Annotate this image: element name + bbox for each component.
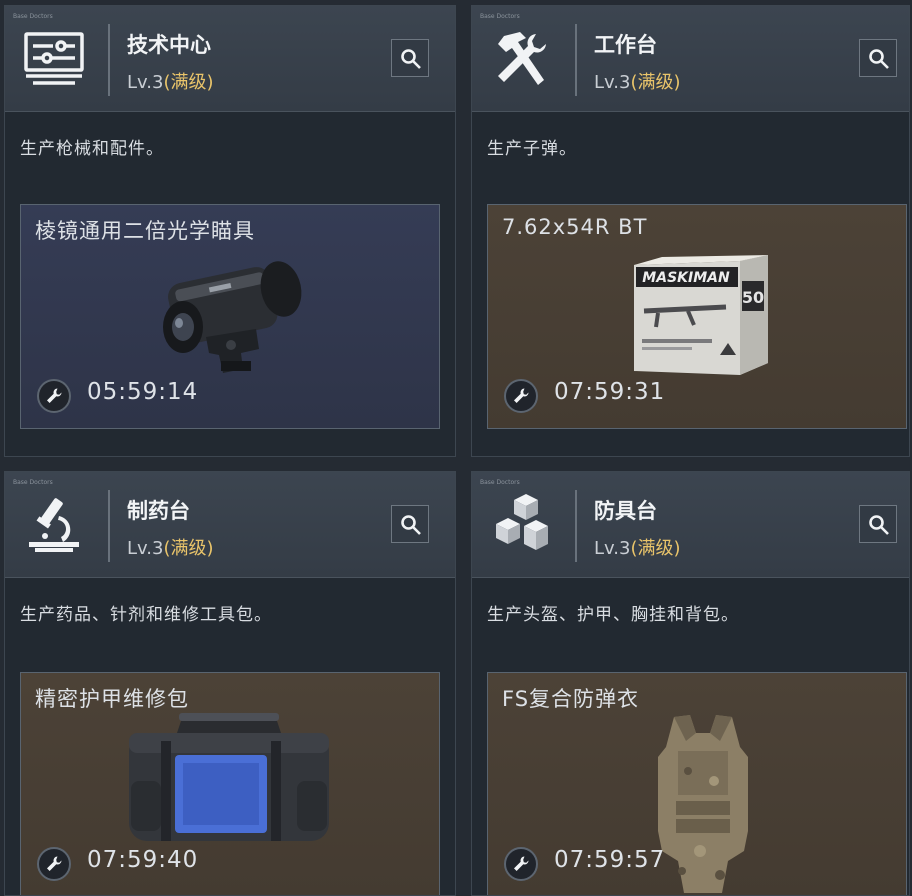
- station-title: 制药台: [127, 499, 190, 523]
- header-divider: [575, 490, 577, 562]
- hammer-wrench-icon: [490, 28, 552, 90]
- wrench-icon: [504, 379, 538, 413]
- search-button[interactable]: [391, 39, 429, 77]
- search-icon: [869, 49, 889, 69]
- header-divider: [108, 24, 110, 96]
- header-divider: [108, 490, 110, 562]
- craft-item-name: 棱镜通用二倍光学瞄具: [35, 219, 255, 243]
- craft-timer: 07:59:31: [554, 379, 666, 405]
- header-watermark: Base Doctors: [13, 13, 53, 20]
- station-title: 防具台: [594, 499, 657, 523]
- repair-bag-image: [129, 713, 329, 841]
- microscope-icon: [23, 494, 85, 556]
- station-card-armor-bench: Base Doctors 防具台 Lv.3(满级) 生产头盔、护甲、胸挂和背包。…: [471, 471, 910, 896]
- scope-image: [163, 261, 302, 373]
- station-card-pharmacy: Base Doctors 制药台 Lv.3(满级) 生产药品、针剂和维修工具包。…: [4, 471, 456, 896]
- level-max-badge: (满级): [630, 72, 681, 93]
- level-text: Lv.3: [594, 538, 631, 559]
- station-header: Base Doctors 技术中心 Lv.3(满级): [5, 6, 455, 112]
- craft-item-slot[interactable]: 7.62x54R BT MASKIMAN 50 07:59:31: [487, 204, 907, 429]
- station-level: Lv.3(满级): [127, 534, 214, 560]
- craft-item-slot[interactable]: 棱镜通用二倍光学瞄具 05:59:14: [20, 204, 440, 429]
- header-watermark: Base Doctors: [480, 13, 520, 20]
- wrench-icon: [504, 847, 538, 881]
- station-description: 生产枪械和配件。: [20, 139, 164, 159]
- search-button[interactable]: [859, 39, 897, 77]
- craft-timer: 07:59:40: [87, 847, 199, 873]
- station-level: Lv.3(满级): [594, 534, 681, 560]
- ammo-box-image: MASKIMAN 50: [634, 255, 768, 375]
- craft-item-slot[interactable]: 精密护甲维修包 07:59:40: [20, 672, 440, 895]
- computer-icon: [23, 28, 85, 90]
- level-max-badge: (满级): [163, 538, 214, 559]
- station-header: Base Doctors 制药台 Lv.3(满级): [5, 472, 455, 578]
- station-title: 技术中心: [127, 33, 211, 57]
- search-icon: [401, 49, 421, 69]
- station-description: 生产头盔、护甲、胸挂和背包。: [487, 605, 739, 625]
- station-level: Lv.3(满级): [594, 68, 681, 94]
- ammo-box-count: 50: [742, 288, 764, 307]
- station-header: Base Doctors 防具台 Lv.3(满级): [472, 472, 909, 578]
- level-max-badge: (满级): [163, 72, 214, 93]
- station-description: 生产药品、针剂和维修工具包。: [20, 605, 272, 625]
- station-header: Base Doctors 工作台 Lv.3(满级): [472, 6, 909, 112]
- header-watermark: Base Doctors: [480, 479, 520, 486]
- craft-item-slot[interactable]: FS复合防弹衣 07:59:57: [487, 672, 907, 895]
- wrench-icon: [37, 379, 71, 413]
- station-description: 生产子弹。: [487, 139, 577, 159]
- search-button[interactable]: [391, 505, 429, 543]
- craft-item-name: 精密护甲维修包: [35, 687, 189, 711]
- level-max-badge: (满级): [630, 538, 681, 559]
- ammo-box-brand: MASKIMAN: [642, 270, 730, 286]
- station-card-tech-center: Base Doctors 技术中心 Lv.3(满级) 生产枪械和配件。 棱镜通用…: [4, 5, 456, 457]
- station-card-workbench: Base Doctors 工作台 Lv.3(满级) 生产子弹。 7.62x54R…: [471, 5, 910, 457]
- header-watermark: Base Doctors: [13, 479, 53, 486]
- level-text: Lv.3: [127, 72, 164, 93]
- cubes-icon: [490, 494, 552, 556]
- craft-timer: 05:59:14: [87, 379, 199, 405]
- craft-item-name: FS复合防弹衣: [502, 687, 640, 711]
- craft-item-name: 7.62x54R BT: [502, 215, 648, 239]
- search-button[interactable]: [859, 505, 897, 543]
- level-text: Lv.3: [594, 72, 631, 93]
- station-title: 工作台: [594, 33, 657, 57]
- search-icon: [401, 515, 421, 535]
- level-text: Lv.3: [127, 538, 164, 559]
- station-level: Lv.3(满级): [127, 68, 214, 94]
- craft-timer: 07:59:57: [554, 847, 666, 873]
- search-icon: [869, 515, 889, 535]
- wrench-icon: [37, 847, 71, 881]
- header-divider: [575, 24, 577, 96]
